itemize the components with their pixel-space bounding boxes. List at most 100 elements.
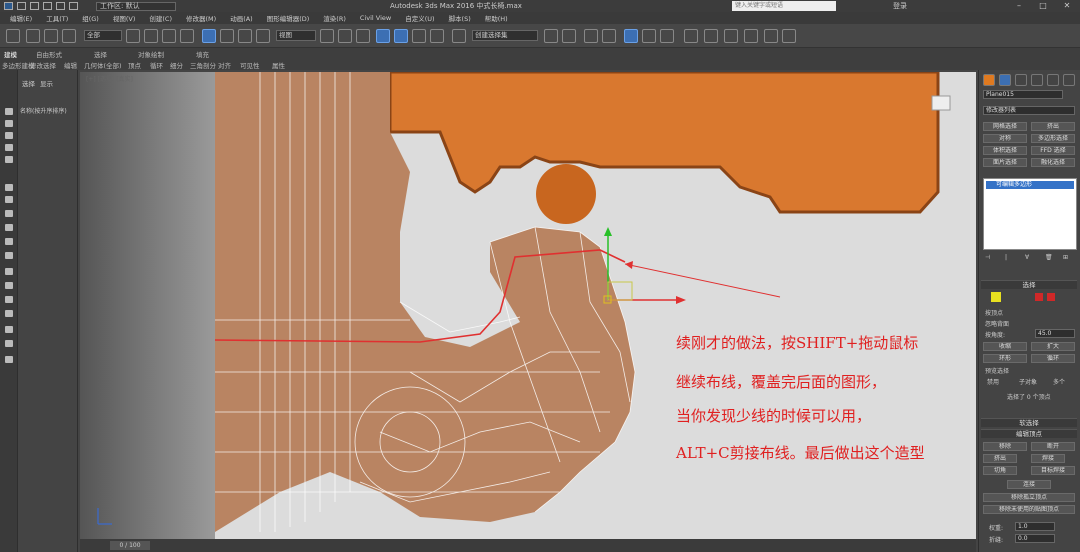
- schematic-view-icon[interactable]: [642, 29, 656, 43]
- render-a360-icon[interactable]: [782, 29, 796, 43]
- weight-spinner[interactable]: 1.0: [1015, 522, 1055, 531]
- ribbon-tab-selection[interactable]: 选择: [94, 49, 107, 59]
- close-button[interactable]: ✕: [1056, 0, 1078, 12]
- grow-button[interactable]: 扩大: [1031, 342, 1075, 351]
- ribbon-toggle-icon[interactable]: [602, 29, 616, 43]
- sync-selection-icon[interactable]: [5, 340, 13, 347]
- volume-select-button[interactable]: 体积选择: [983, 146, 1027, 155]
- menu-group[interactable]: 组(G): [82, 13, 99, 23]
- shrink-button[interactable]: 收缩: [983, 342, 1027, 351]
- layer-explorer-icon[interactable]: [584, 29, 598, 43]
- select-rotate-icon[interactable]: [220, 29, 234, 43]
- search-input[interactable]: 键入关键字或短语: [732, 1, 836, 11]
- render-online-icon[interactable]: [764, 29, 778, 43]
- preview-disabled-radio[interactable]: 禁用: [987, 377, 999, 386]
- display-xrefs-icon[interactable]: [5, 224, 13, 231]
- pivot-center-icon[interactable]: [320, 29, 334, 43]
- chamfer-button[interactable]: 切角: [983, 466, 1017, 475]
- ignore-backface-checkbox[interactable]: 忽略背面: [985, 319, 1009, 328]
- workspace-dropdown[interactable]: 工作区: 默认: [96, 2, 176, 11]
- link-icon[interactable]: [26, 29, 40, 43]
- modifier-list-dropdown[interactable]: 修改器列表: [983, 106, 1075, 115]
- display-lights-icon[interactable]: [5, 144, 13, 151]
- remove-modifier-icon[interactable]: 🗑: [1045, 254, 1053, 261]
- menu-create[interactable]: 创建(C): [149, 13, 172, 23]
- create-tab-icon[interactable]: [983, 74, 995, 86]
- ribbon-vertices[interactable]: 顶点: [128, 60, 141, 70]
- orange-wood-knob[interactable]: [536, 164, 596, 224]
- display-invert-icon[interactable]: [5, 310, 13, 317]
- menu-graph-editors[interactable]: 图形编辑器(D): [267, 13, 310, 23]
- preview-multi-radio[interactable]: 多个: [1053, 377, 1065, 386]
- patch-select-button[interactable]: 面片选择: [983, 158, 1027, 167]
- ribbon-tab-populate[interactable]: 填充: [196, 49, 209, 59]
- angle-snap-icon[interactable]: [394, 29, 408, 43]
- viewport-label[interactable]: [+] [透视] [真实]: [86, 74, 133, 83]
- by-angle-checkbox[interactable]: 按角度:: [985, 330, 1005, 339]
- layer-icon[interactable]: [5, 356, 13, 363]
- explorer-tab-select[interactable]: 选择: [22, 78, 35, 88]
- perspective-viewport[interactable]: [+] [透视] [真实]: [80, 72, 976, 539]
- save-file-icon[interactable]: [43, 2, 52, 10]
- edit-named-selection-icon[interactable]: [452, 29, 466, 43]
- explorer-list-header[interactable]: 名称(按升序排序): [20, 106, 67, 115]
- stack-item-editable-poly[interactable]: 可编辑多边形: [986, 181, 1074, 189]
- display-hidden-icon[interactable]: [5, 282, 13, 289]
- rendered-frame-icon[interactable]: [704, 29, 718, 43]
- select-manipulate-icon[interactable]: [338, 29, 352, 43]
- time-slider[interactable]: 0 / 100: [80, 539, 976, 552]
- ring-button[interactable]: 环形: [983, 354, 1027, 363]
- rect-selection-icon[interactable]: [162, 29, 176, 43]
- ribbon-loops[interactable]: 循环: [150, 60, 163, 70]
- remove-button[interactable]: 移除: [983, 442, 1027, 451]
- display-cameras-icon[interactable]: [5, 156, 13, 163]
- selection-rollout-header[interactable]: 选择: [981, 280, 1077, 289]
- break-button[interactable]: 断开: [1031, 442, 1075, 451]
- maximize-button[interactable]: □: [1032, 0, 1054, 12]
- render-iterative-icon[interactable]: [744, 29, 758, 43]
- mirror-icon[interactable]: [544, 29, 558, 43]
- app-logo-icon[interactable]: [4, 2, 13, 10]
- hierarchy-tab-icon[interactable]: [1015, 74, 1027, 86]
- explorer-tab-display[interactable]: 显示: [40, 78, 53, 88]
- modifier-stack[interactable]: 可编辑多边形: [983, 178, 1077, 250]
- object-name-field[interactable]: Plane015: [983, 90, 1063, 99]
- configure-sets-icon[interactable]: ⊞: [1063, 254, 1068, 261]
- display-all-icon[interactable]: [5, 296, 13, 303]
- motion-tab-icon[interactable]: [1031, 74, 1043, 86]
- ribbon-subdivision[interactable]: 细分: [170, 60, 183, 70]
- selection-filter-dropdown[interactable]: 全部: [84, 30, 122, 41]
- bind-spacewarp-icon[interactable]: [62, 29, 76, 43]
- display-none-icon[interactable]: [5, 108, 13, 115]
- show-end-result-icon[interactable]: |: [1005, 254, 1007, 261]
- make-unique-icon[interactable]: ∀: [1025, 254, 1029, 261]
- menu-views[interactable]: 视图(V): [113, 13, 136, 23]
- crease-spinner[interactable]: 0.0: [1015, 534, 1055, 543]
- polygon-mode-icon[interactable]: [1035, 293, 1043, 301]
- frame-counter[interactable]: 0 / 100: [110, 541, 150, 550]
- display-bones-icon[interactable]: [5, 238, 13, 245]
- reference-coord-dropdown[interactable]: 视图: [276, 30, 316, 41]
- menu-edit[interactable]: 编辑(E): [10, 13, 32, 23]
- connect-button[interactable]: 连接: [1007, 480, 1051, 489]
- unlink-icon[interactable]: [44, 29, 58, 43]
- named-selection-dropdown[interactable]: 创建选择集: [472, 30, 538, 41]
- undo-arrow-icon[interactable]: [6, 29, 20, 43]
- filter-icon[interactable]: [5, 326, 13, 333]
- soft-selection-rollout[interactable]: 软选择: [981, 418, 1077, 427]
- ribbon-edit[interactable]: 编辑: [64, 60, 77, 70]
- ribbon-geometry-all[interactable]: 几何体(全部): [84, 60, 122, 70]
- select-scale-icon[interactable]: [238, 29, 252, 43]
- menu-scripting[interactable]: 脚本(S): [449, 13, 471, 23]
- extrude-button[interactable]: 挤出: [983, 454, 1017, 463]
- angle-spinner[interactable]: 45.0: [1035, 329, 1075, 338]
- render-setup-icon[interactable]: [684, 29, 698, 43]
- align-icon[interactable]: [562, 29, 576, 43]
- login-link[interactable]: 登录: [893, 1, 907, 11]
- menu-help[interactable]: 帮助(H): [485, 13, 508, 23]
- place-icon[interactable]: [256, 29, 270, 43]
- curve-editor-icon[interactable]: [624, 29, 638, 43]
- ffd-select-button[interactable]: FFD 选择: [1031, 146, 1075, 155]
- display-groups-icon[interactable]: [5, 210, 13, 217]
- remove-isolated-button[interactable]: 移除孤立顶点: [983, 493, 1075, 502]
